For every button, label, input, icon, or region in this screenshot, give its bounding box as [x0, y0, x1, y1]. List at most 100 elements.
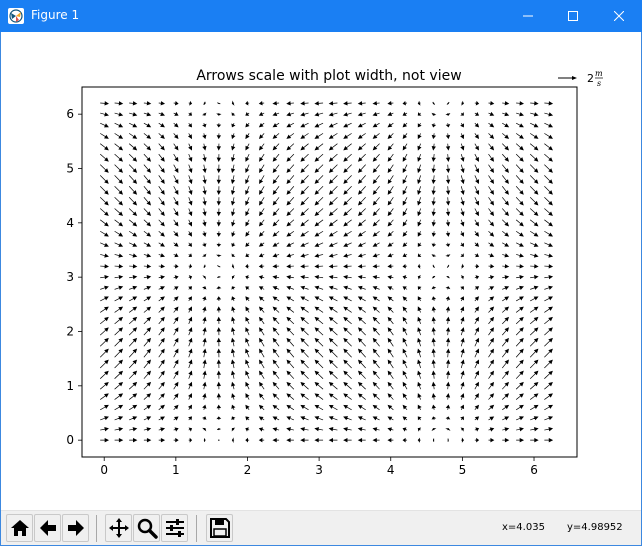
quiver-arrow	[417, 437, 421, 443]
maximize-button[interactable]	[550, 0, 596, 32]
quiver-arrow	[143, 133, 152, 139]
quiver-arrow	[100, 285, 109, 290]
quiver-arrow	[173, 100, 179, 106]
quiver-arrow	[402, 275, 408, 280]
quiver-arrow	[445, 286, 451, 290]
quiver-arrow	[328, 316, 338, 325]
quiver-arrow	[544, 219, 553, 227]
quiver-arrow	[328, 274, 338, 280]
home-button[interactable]	[6, 514, 33, 542]
quiver-arrow	[502, 133, 510, 139]
quiver-arrow	[474, 111, 480, 116]
quiver-arrow	[460, 122, 465, 128]
save-button[interactable]	[206, 514, 233, 542]
quiver-arrow	[502, 393, 510, 400]
quiver-arrow	[488, 337, 495, 347]
quiver-arrow	[272, 133, 280, 139]
quiver-arrow	[129, 101, 138, 106]
quiver-arrow	[143, 122, 152, 128]
quiver-arrow	[372, 370, 380, 379]
quiver-arrow	[515, 153, 524, 162]
quiver-arrow	[343, 242, 352, 247]
quiver-arrow	[202, 208, 207, 217]
quiver-arrow	[431, 123, 437, 128]
quiver-arrow	[114, 285, 124, 290]
quiver-arrow	[488, 186, 495, 195]
quiver-arrow	[100, 404, 109, 411]
quiver-arrow	[372, 296, 380, 302]
quiver-arrow	[544, 197, 553, 206]
quiver-arrow	[387, 337, 394, 347]
minimize-icon	[523, 15, 533, 17]
quiver-arrow	[357, 370, 366, 379]
quiver-arrow	[515, 327, 524, 336]
quiver-arrow	[357, 219, 366, 227]
quiver-arrow	[230, 197, 236, 206]
quiver-arrow	[402, 404, 408, 411]
forward-button[interactable]	[62, 514, 89, 542]
quiver-arrow	[259, 186, 265, 195]
quiver-arrow	[544, 101, 554, 106]
quiver-arrow	[387, 381, 394, 390]
quiver-arrow	[372, 112, 380, 117]
pan-button[interactable]	[105, 514, 132, 542]
zoom-button[interactable]	[133, 514, 160, 542]
quiver-arrow	[272, 359, 280, 369]
back-button[interactable]	[34, 514, 61, 542]
quiver-arrow	[173, 404, 179, 411]
quiver-arrow	[357, 427, 366, 432]
quiver-arrow	[216, 242, 222, 247]
quiver-arrow	[328, 264, 338, 269]
quiver-arrow	[387, 393, 394, 400]
quiver-arrow	[216, 404, 222, 410]
quiver-arrow	[515, 219, 524, 227]
quiver-arrow	[245, 219, 250, 227]
quiver-arrow	[488, 101, 495, 106]
quiver-arrow	[314, 274, 324, 280]
quiver-arrow	[99, 197, 109, 206]
quiver-arrow	[387, 427, 394, 432]
quiver-arrow	[474, 231, 480, 237]
quiver-arrow	[357, 230, 366, 237]
quiver-arrow	[216, 113, 222, 116]
quiver-arrow	[501, 348, 509, 358]
minimize-button[interactable]	[505, 0, 551, 32]
quiver-arrow	[202, 175, 207, 185]
quiver-arrow	[501, 327, 509, 336]
quiver-arrow	[129, 437, 138, 443]
quiver-arrow	[343, 122, 352, 128]
quiver-arrow	[328, 164, 338, 173]
quiver-arrow	[357, 381, 366, 390]
quiver-arrow	[314, 306, 324, 313]
quiver-arrow	[460, 242, 464, 247]
quiver-arrow	[544, 337, 553, 347]
close-button[interactable]	[596, 0, 642, 32]
configure-subplots-button[interactable]	[161, 514, 188, 542]
quiver-arrow	[245, 437, 250, 443]
quiver-arrow	[474, 381, 479, 390]
quiver-arrow	[501, 186, 509, 195]
quiver-arrow	[216, 286, 222, 290]
quiver-arrow	[387, 242, 394, 247]
quiver-arrow	[114, 296, 124, 302]
quiver-arrow	[188, 153, 193, 162]
quiver-arrow	[314, 404, 324, 411]
quiver-arrow	[530, 437, 539, 443]
quiver-arrow	[143, 143, 152, 151]
quiver-arrow	[272, 175, 280, 184]
quiver-arrow	[357, 327, 366, 336]
quiver-arrow	[245, 175, 250, 185]
quiver-arrow	[474, 219, 479, 227]
quiver-arrow	[158, 122, 165, 128]
figure-canvas[interactable]: Arrows scale with plot width, not view 2…	[1, 32, 641, 510]
quiver-arrow	[216, 143, 222, 151]
quiver-arrow	[216, 197, 221, 206]
quiver-arrow	[515, 175, 524, 184]
quiver-arrow	[474, 427, 480, 432]
quiver-arrow	[114, 393, 124, 400]
quiver-arrow	[314, 316, 324, 325]
quiver-arrow	[445, 416, 451, 421]
quiver-arrow	[158, 296, 165, 302]
quiver-arrow	[188, 393, 192, 400]
quiver-arrow	[258, 133, 265, 139]
